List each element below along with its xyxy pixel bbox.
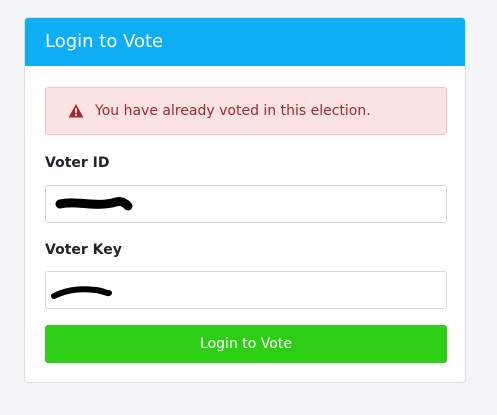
voter-id-input[interactable] [45,185,447,223]
redaction-scribble [51,286,112,299]
login-to-vote-button[interactable]: Login to Vote [45,325,447,363]
voter-id-label: Voter ID [45,155,110,171]
card-header: Login to Vote [25,18,465,66]
card-title: Login to Vote [45,31,164,52]
already-voted-alert: You have already voted in this election. [45,87,447,135]
redaction-scribble [55,197,133,211]
warning-triangle-icon [68,103,84,119]
alert-message: You have already voted in this election. [95,103,371,119]
login-card: Login to Vote You have already voted in … [24,17,466,383]
voter-key-input[interactable] [45,271,447,309]
voter-key-label: Voter Key [45,242,122,258]
